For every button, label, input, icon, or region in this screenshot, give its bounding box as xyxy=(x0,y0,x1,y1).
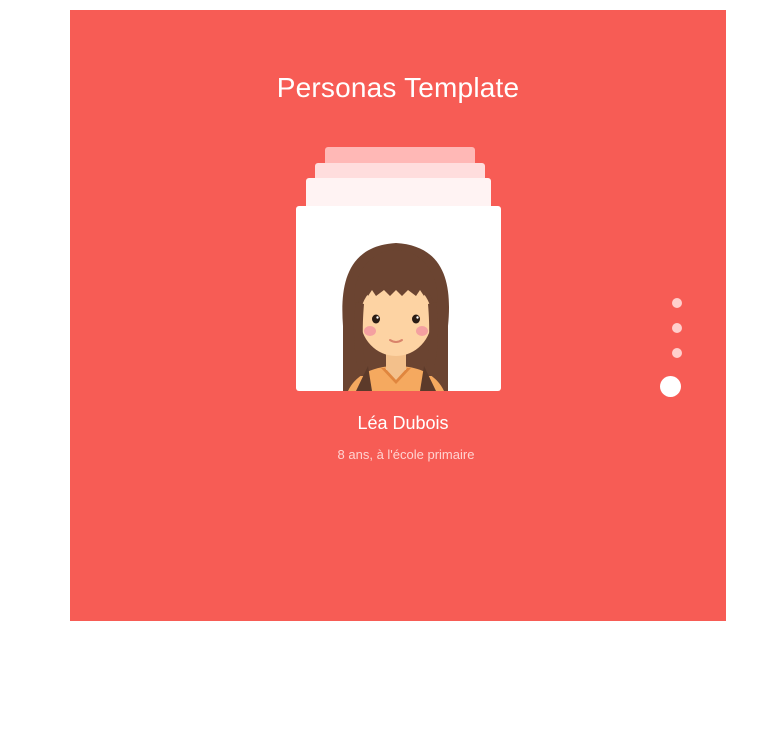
pagination-dot-2[interactable] xyxy=(672,323,682,333)
pagination-dot-3[interactable] xyxy=(672,348,682,358)
girl-avatar-icon xyxy=(342,243,450,391)
persona-name: Léa Dubois xyxy=(357,413,449,433)
persona-card[interactable] xyxy=(296,206,501,391)
persona-description: 8 ans, à l'école primaire xyxy=(337,447,475,462)
persona-panel: Personas Template Léa Dubois 8 ans, à l'… xyxy=(70,10,726,621)
page-title: Personas Template xyxy=(276,72,520,103)
pagination-dots xyxy=(648,296,688,416)
pagination-dot-1[interactable] xyxy=(672,298,682,308)
pagination-dot-active[interactable] xyxy=(660,376,681,397)
